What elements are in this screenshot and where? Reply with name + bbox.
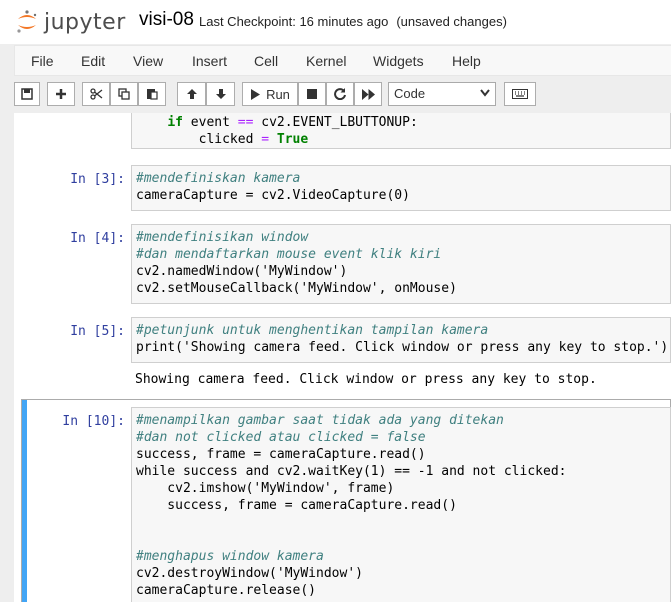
copy-icon — [118, 88, 130, 100]
arrow-up-icon — [186, 89, 197, 99]
menu-view[interactable]: View — [133, 53, 163, 69]
keyboard-icon — [512, 89, 528, 99]
move-up-button[interactable] — [177, 82, 206, 106]
restart-run-all-button[interactable] — [354, 82, 382, 106]
play-icon — [251, 88, 261, 100]
code-line: cv2.setMouseCallback('MyWindow', onMouse… — [136, 281, 457, 296]
menu-edit[interactable]: Edit — [81, 53, 105, 69]
menu-widgets[interactable]: Widgets — [373, 53, 424, 69]
cell-prompt: In [3]: — [70, 172, 125, 187]
code-line: clicked = True — [136, 132, 309, 147]
cell-input[interactable]: #mendefiniskan kamera cameraCapture = cv… — [131, 165, 671, 211]
run-label: Run — [266, 86, 290, 102]
code-line: if event == cv2.EVENT_LBUTTONUP: — [167, 115, 418, 130]
menu-insert[interactable]: Insert — [192, 53, 227, 69]
paste-button[interactable] — [138, 82, 166, 106]
menu-file[interactable]: File — [31, 53, 54, 69]
checkpoint-status: Last Checkpoint: 16 minutes ago (unsaved … — [199, 14, 507, 29]
code-cell-3[interactable]: In [3]: #mendefiniskan kamera cameraCapt… — [14, 165, 671, 211]
code-comment: #petunjunk untuk menghentikan tampilan k… — [136, 323, 489, 338]
menubar: File Edit View Insert Cell Kernel Widget… — [14, 45, 671, 76]
code-line: cv2.namedWindow('MyWindow') — [136, 264, 348, 279]
jupyter-logo-icon — [17, 10, 37, 33]
code-cell-4[interactable]: In [4]: #mendefinisikan window #dan mend… — [14, 224, 671, 304]
cell-input[interactable]: #petunjunk untuk menghentikan tampilan k… — [131, 317, 671, 363]
cell-prompt: In [4]: — [70, 231, 125, 246]
toolbar: Run Code — [14, 80, 671, 110]
unsaved-indicator: (unsaved changes) — [396, 14, 507, 29]
cell-prompt: In [5]: — [70, 324, 125, 339]
copy-button[interactable] — [110, 82, 138, 106]
save-icon — [21, 88, 33, 100]
notebook-container: if event == cv2.EVENT_LBUTTONUP: clicked… — [14, 113, 671, 602]
paste-icon — [147, 89, 158, 100]
run-button[interactable]: Run — [242, 82, 298, 106]
cell-type-value: Code — [394, 86, 426, 101]
code-cell-5[interactable]: In [5]: #petunjunk untuk menghentikan ta… — [14, 317, 671, 387]
code-line: success, frame = cameraCapture.read() — [136, 447, 426, 462]
cell-type-select[interactable]: Code — [388, 82, 496, 106]
code-line: success, frame = cameraCapture.read() — [136, 498, 457, 513]
code-comment: #dan mendaftarkan mouse event klik kiri — [136, 247, 442, 262]
move-down-button[interactable] — [206, 82, 235, 106]
fast-forward-icon — [361, 88, 375, 100]
menu-kernel[interactable]: Kernel — [306, 53, 346, 69]
restart-icon — [334, 88, 346, 100]
jupyter-logo[interactable]: jupyter — [16, 6, 126, 38]
insert-cell-button[interactable] — [47, 82, 75, 106]
code-comment: #dan not clicked atau clicked = false — [136, 430, 426, 445]
stop-icon — [307, 89, 317, 99]
menu-help[interactable]: Help — [452, 53, 481, 69]
checkpoint-text: Last Checkpoint: 16 minutes ago — [199, 14, 389, 29]
cut-button[interactable] — [82, 82, 110, 106]
arrow-down-icon — [215, 89, 226, 99]
code-line: print('Showing camera feed. Click window… — [136, 340, 669, 355]
code-line: while success and cv2.waitKey(1) == -1 a… — [136, 464, 567, 479]
restart-kernel-button[interactable] — [326, 82, 354, 106]
code-comment: #menampilkan gambar saat tidak ada yang … — [136, 413, 504, 428]
code-line: cameraCapture = cv2.VideoCapture(0) — [136, 188, 410, 203]
logo-text: jupyter — [44, 9, 126, 35]
menu-cell[interactable]: Cell — [254, 53, 278, 69]
cut-icon — [89, 88, 102, 100]
header: jupyter visi-08 Last Checkpoint: 16 minu… — [0, 0, 671, 44]
interrupt-button[interactable] — [298, 82, 326, 106]
chevron-down-icon — [480, 89, 490, 97]
code-comment: #mendefinisikan window — [136, 230, 309, 245]
plus-icon — [56, 89, 66, 99]
cell-input[interactable]: if event == cv2.EVENT_LBUTTONUP: clicked… — [131, 113, 671, 149]
code-line: cv2.destroyWindow('MyWindow') — [136, 566, 363, 581]
cell-input[interactable]: #menampilkan gambar saat tidak ada yang … — [131, 407, 671, 602]
command-palette-button[interactable] — [504, 82, 536, 106]
cell-output: Showing camera feed. Click window or pre… — [135, 372, 597, 387]
code-comment: #menghapus window kamera — [136, 549, 324, 564]
code-line: cv2.imshow('MyWindow', frame) — [136, 481, 395, 496]
code-comment: #mendefiniskan kamera — [136, 171, 301, 186]
code-cell-10[interactable]: In [10]: #menampilkan gambar saat tidak … — [14, 407, 671, 602]
cell-input[interactable]: #mendefinisikan window #dan mendaftarkan… — [131, 224, 671, 304]
cell-prompt: In [10]: — [62, 414, 125, 429]
save-button[interactable] — [14, 82, 40, 106]
code-line: cameraCapture.release() — [136, 583, 317, 598]
notebook-name[interactable]: visi-08 — [139, 9, 194, 31]
